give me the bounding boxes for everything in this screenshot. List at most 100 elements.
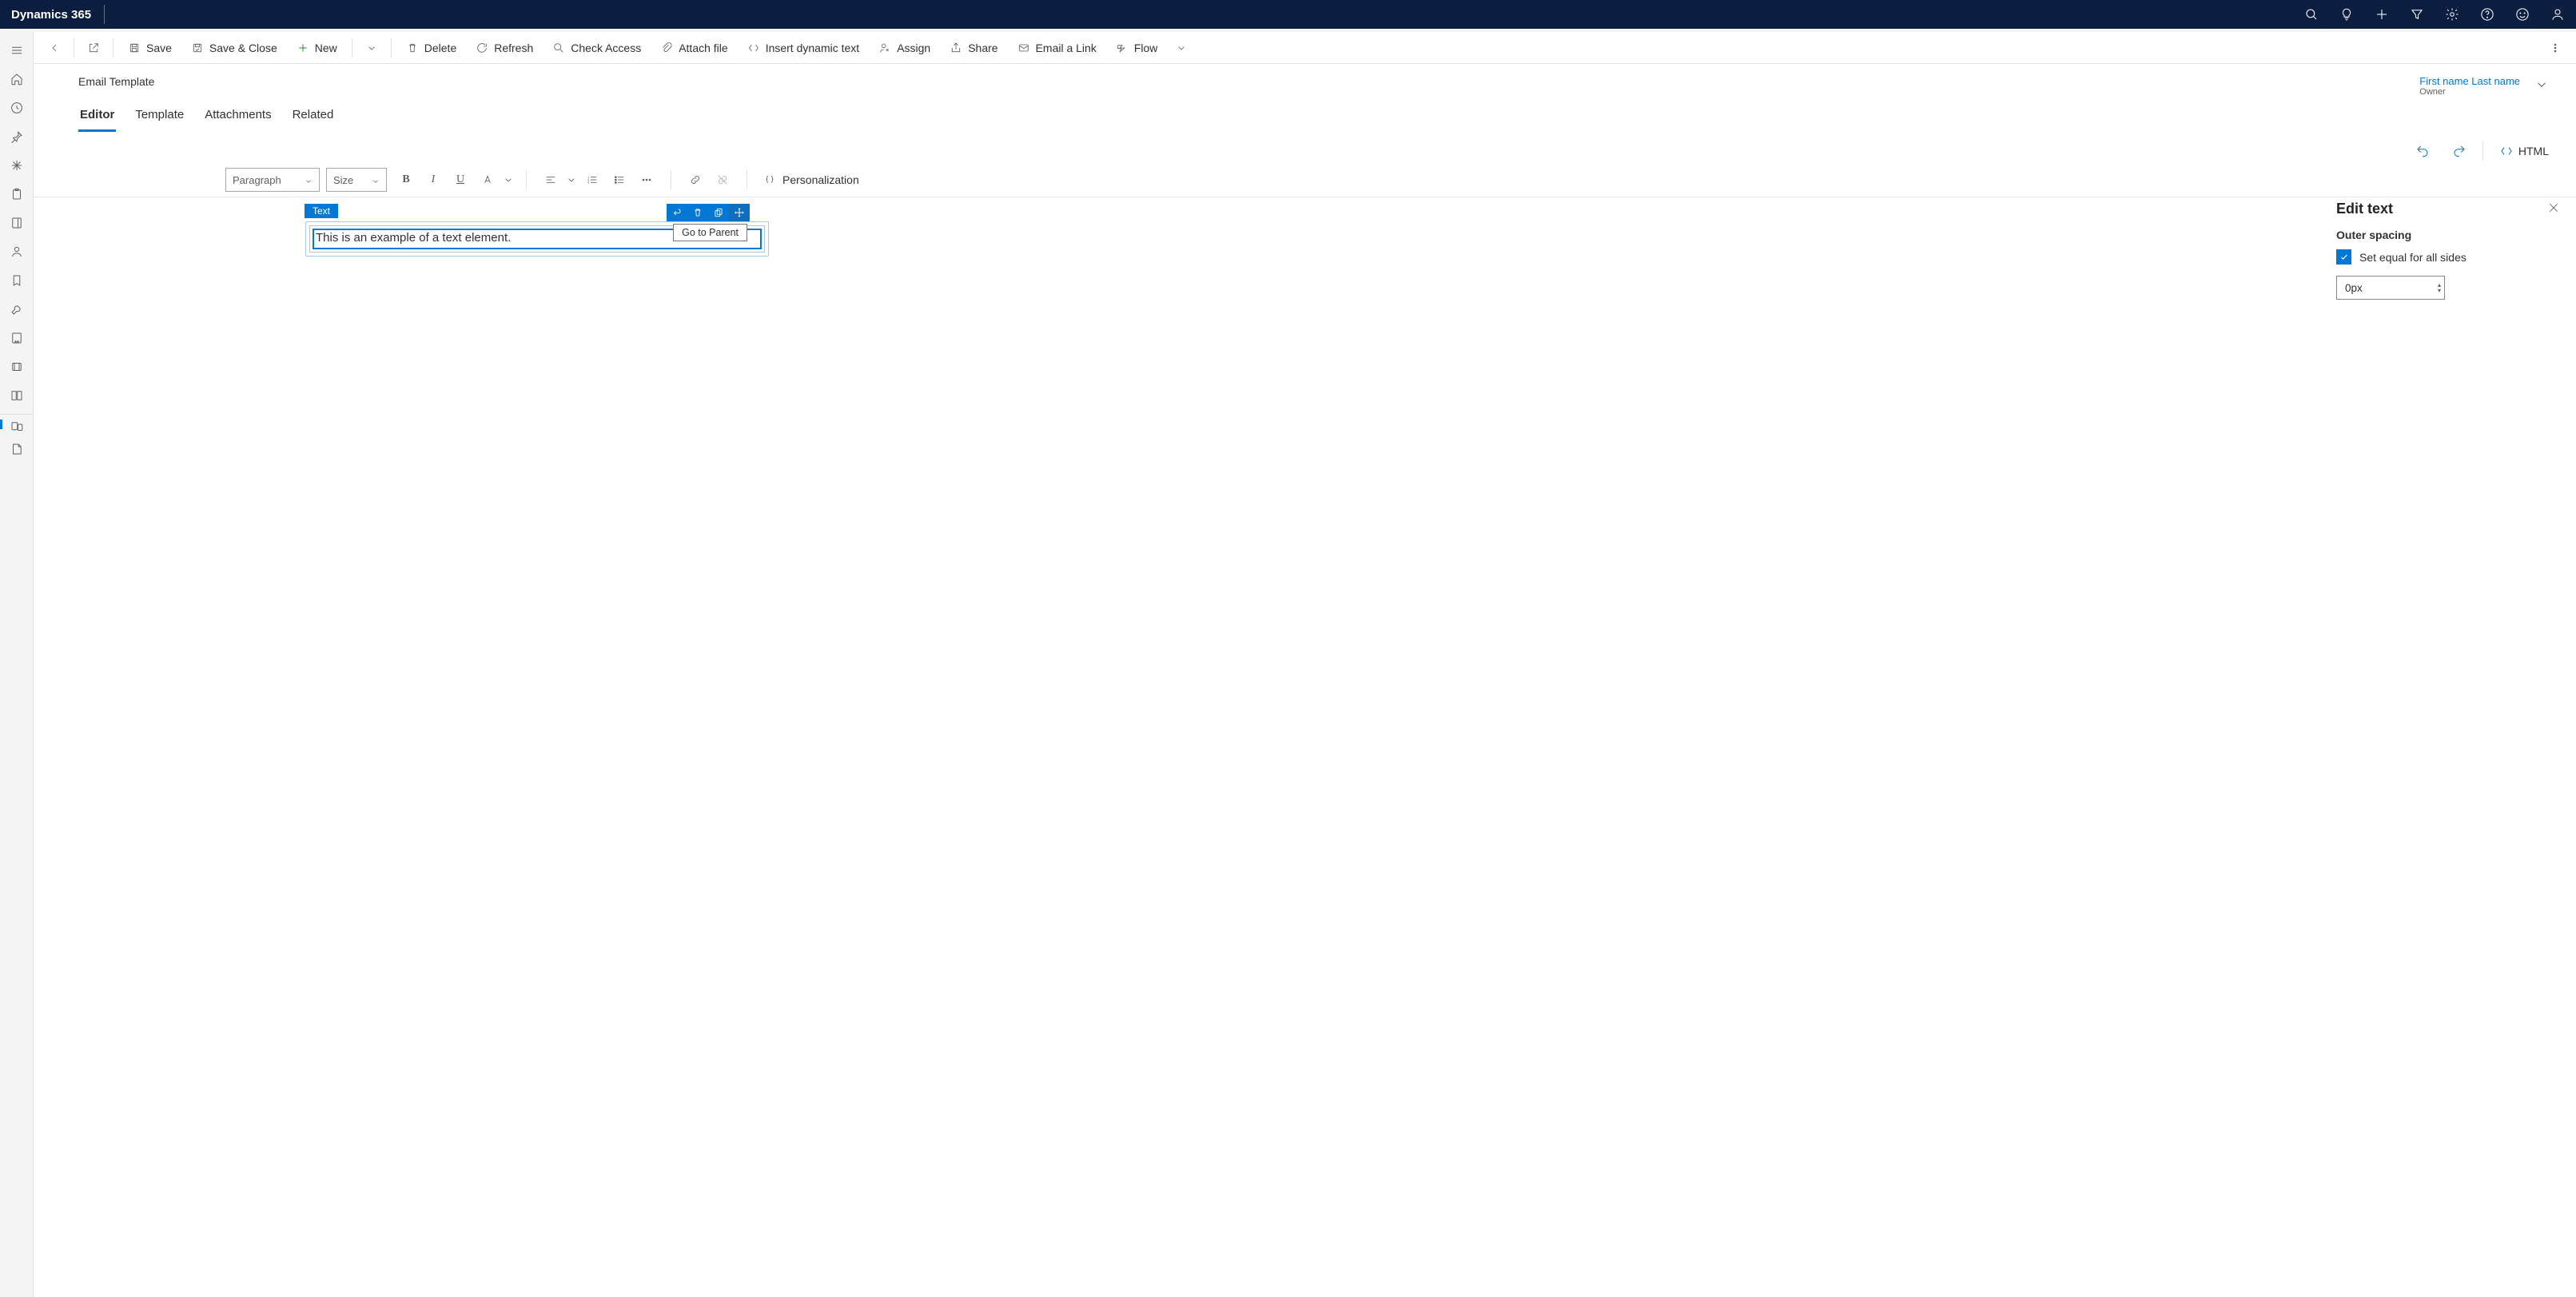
check-access-label: Check Access bbox=[571, 42, 641, 54]
html-view-label: HTML bbox=[2518, 145, 2549, 157]
selection-action-return-icon[interactable] bbox=[667, 204, 687, 221]
redo-button[interactable] bbox=[2446, 141, 2473, 161]
editor-toolrow: HTML bbox=[34, 133, 2576, 163]
go-to-parent-tooltip: Go to Parent bbox=[673, 224, 747, 241]
selection-actions bbox=[667, 204, 750, 221]
nav-item-7-icon[interactable] bbox=[0, 324, 34, 352]
ordered-list-button[interactable]: 123 bbox=[579, 168, 605, 192]
nav-item-11-icon[interactable] bbox=[0, 436, 34, 463]
equal-sides-checkbox[interactable] bbox=[2336, 249, 2351, 265]
spacing-spinner[interactable]: ▴▾ bbox=[2438, 282, 2441, 293]
flow-label: Flow bbox=[1134, 42, 1158, 54]
align-button[interactable] bbox=[538, 168, 563, 192]
insert-dynamic-text-button[interactable]: Insert dynamic text bbox=[739, 37, 868, 59]
save-label: Save bbox=[146, 42, 172, 54]
owner-field[interactable]: First name Last name Owner bbox=[2419, 75, 2520, 97]
new-button[interactable]: New bbox=[289, 37, 345, 59]
tab-template[interactable]: Template bbox=[133, 108, 185, 132]
header-expand-chevron[interactable] bbox=[2534, 78, 2549, 94]
feedback-icon[interactable] bbox=[2515, 7, 2530, 22]
topbar-divider bbox=[104, 5, 105, 24]
svg-text:3: 3 bbox=[587, 181, 590, 185]
personalization-button[interactable]: Personalization bbox=[758, 170, 864, 189]
global-topbar: Dynamics 365 bbox=[0, 0, 2576, 32]
nav-home-icon[interactable] bbox=[0, 66, 34, 93]
attach-file-button[interactable]: Attach file bbox=[652, 37, 735, 59]
spacing-input[interactable]: 0px ▴▾ bbox=[2336, 276, 2445, 300]
nav-item-8-icon[interactable] bbox=[0, 353, 34, 380]
selection-tag: Text bbox=[305, 204, 338, 218]
help-icon[interactable] bbox=[2480, 7, 2494, 22]
back-button[interactable] bbox=[42, 37, 67, 59]
email-link-button[interactable]: Email a Link bbox=[1009, 37, 1105, 59]
account-icon[interactable] bbox=[2550, 7, 2565, 22]
paragraph-dropdown[interactable]: Paragraph bbox=[225, 168, 320, 192]
nav-clipboard-icon[interactable] bbox=[0, 181, 34, 208]
new-label: New bbox=[315, 42, 337, 54]
assign-button[interactable]: Assign bbox=[870, 37, 938, 59]
nav-wrench-icon[interactable] bbox=[0, 296, 34, 323]
nav-book-icon[interactable] bbox=[0, 382, 34, 409]
italic-button[interactable]: I bbox=[420, 168, 446, 192]
format-bar: Paragraph Size B I U 123 bbox=[34, 163, 864, 197]
assign-label: Assign bbox=[897, 42, 930, 54]
nav-hamburger[interactable] bbox=[0, 37, 34, 64]
record-title: Email Template bbox=[78, 75, 154, 88]
more-format-button[interactable] bbox=[634, 168, 659, 192]
attach-file-label: Attach file bbox=[679, 42, 727, 54]
command-overflow[interactable] bbox=[2542, 37, 2568, 59]
nav-item-1-icon[interactable] bbox=[0, 152, 34, 179]
unlink-button[interactable] bbox=[710, 168, 735, 192]
check-access-button[interactable]: Check Access bbox=[544, 37, 649, 59]
html-view-button[interactable]: HTML bbox=[2493, 141, 2555, 161]
email-link-label: Email a Link bbox=[1036, 42, 1097, 54]
delete-button[interactable]: Delete bbox=[398, 37, 464, 59]
editor-canvas[interactable]: Text Go to Parent This is an example bbox=[34, 197, 2320, 1297]
new-dropdown[interactable] bbox=[359, 37, 384, 59]
properties-panel: Edit text Outer spacing Set equal for al… bbox=[2320, 197, 2576, 1297]
save-close-button[interactable]: Save & Close bbox=[183, 37, 285, 59]
selection-action-duplicate-icon[interactable] bbox=[708, 204, 729, 221]
search-icon[interactable] bbox=[2304, 7, 2319, 22]
nav-pinned-icon[interactable] bbox=[0, 123, 34, 150]
nav-recent-icon[interactable] bbox=[0, 94, 34, 121]
share-button[interactable]: Share bbox=[942, 37, 1005, 59]
bullet-list-button[interactable] bbox=[607, 168, 632, 192]
form-tabs: Editor Template Attachments Related bbox=[34, 97, 2576, 133]
filter-icon[interactable] bbox=[2410, 7, 2424, 22]
underline-button[interactable]: U bbox=[448, 168, 473, 192]
align-dropdown[interactable] bbox=[565, 168, 578, 192]
record-header: Email Template First name Last name Owne… bbox=[34, 64, 2576, 97]
selection-action-delete-icon[interactable] bbox=[687, 204, 708, 221]
tab-editor[interactable]: Editor bbox=[78, 108, 116, 132]
add-icon[interactable] bbox=[2375, 7, 2389, 22]
flow-button[interactable]: Flow bbox=[1108, 37, 1166, 59]
nav-item-3-icon[interactable] bbox=[0, 209, 34, 237]
refresh-label: Refresh bbox=[494, 42, 533, 54]
flow-dropdown[interactable] bbox=[1169, 37, 1194, 59]
nav-person-icon[interactable] bbox=[0, 238, 34, 265]
bold-button[interactable]: B bbox=[393, 168, 419, 192]
personalization-label: Personalization bbox=[782, 173, 859, 186]
link-button[interactable] bbox=[683, 168, 708, 192]
lightbulb-icon[interactable] bbox=[2339, 7, 2354, 22]
delete-label: Delete bbox=[424, 42, 456, 54]
settings-icon[interactable] bbox=[2445, 7, 2459, 22]
font-color-dropdown[interactable] bbox=[502, 168, 515, 192]
save-close-label: Save & Close bbox=[209, 42, 277, 54]
size-dropdown[interactable]: Size bbox=[326, 168, 387, 192]
tab-related[interactable]: Related bbox=[291, 108, 336, 132]
tab-attachments[interactable]: Attachments bbox=[203, 108, 273, 132]
nav-active-item-icon[interactable] bbox=[0, 414, 34, 434]
nav-bookmark-icon[interactable] bbox=[0, 267, 34, 294]
equal-sides-label: Set equal for all sides bbox=[2359, 251, 2467, 264]
save-button[interactable]: Save bbox=[120, 37, 180, 59]
owner-label: Owner bbox=[2419, 87, 2520, 97]
refresh-button[interactable]: Refresh bbox=[468, 37, 541, 59]
panel-close-button[interactable] bbox=[2547, 201, 2560, 217]
share-label: Share bbox=[968, 42, 997, 54]
undo-button[interactable] bbox=[2409, 141, 2436, 161]
selection-action-move-icon[interactable] bbox=[729, 204, 750, 221]
font-color-button[interactable] bbox=[475, 168, 500, 192]
open-new-window-button[interactable] bbox=[81, 37, 106, 59]
